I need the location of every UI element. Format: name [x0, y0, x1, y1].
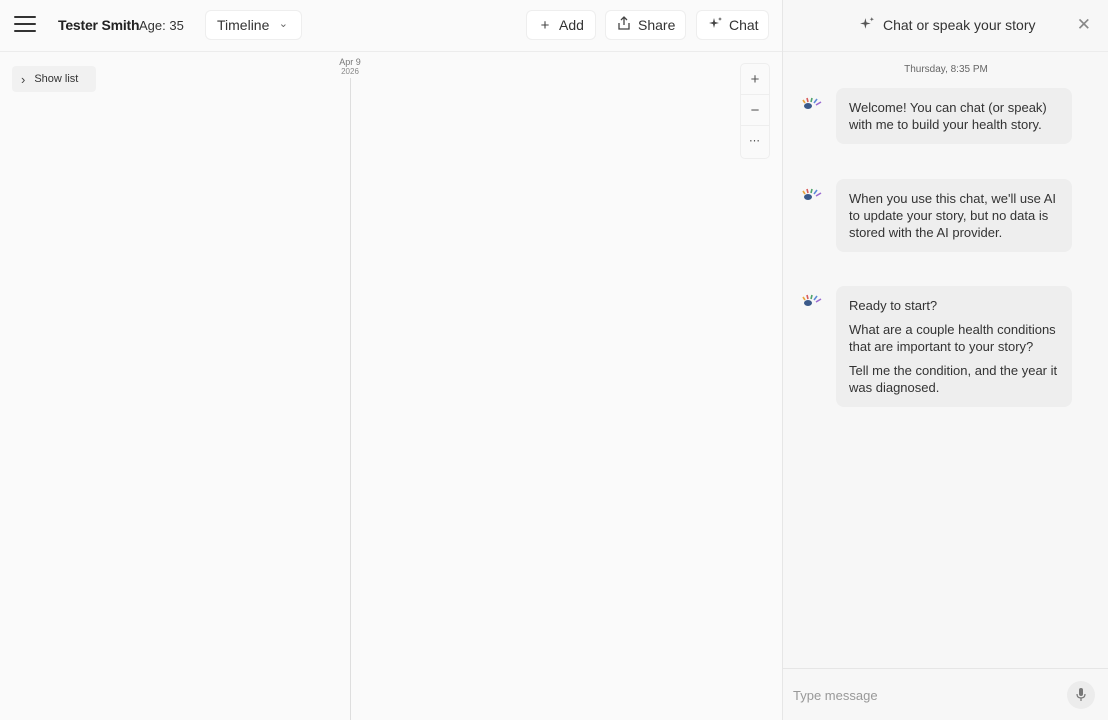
- zoom-in-button[interactable]: +: [741, 64, 769, 95]
- patient-age: Age: 35: [139, 18, 184, 33]
- chat-header: Chat or speak your story ✕: [783, 0, 1108, 52]
- show-list-label: Show list: [34, 73, 79, 85]
- chat-title: Chat or speak your story: [883, 17, 1036, 33]
- sparkle-icon: [708, 16, 722, 35]
- share-button-label: Share: [638, 17, 676, 33]
- show-list-button[interactable]: › Show list: [12, 66, 96, 92]
- message-text: When you use this chat, we'll use AI to …: [849, 191, 1056, 240]
- microphone-icon[interactable]: [1067, 681, 1095, 709]
- eye-logo-icon: [799, 185, 825, 205]
- close-icon[interactable]: ✕: [1077, 15, 1091, 35]
- eye-logo-icon: [799, 291, 825, 311]
- message-text: Ready to start?: [849, 298, 938, 313]
- add-button-label: Add: [559, 17, 584, 33]
- chat-panel: Chat or speak your story ✕ Thursday, 8:3…: [782, 0, 1108, 720]
- message-input[interactable]: [793, 683, 1053, 707]
- share-icon: [617, 15, 631, 35]
- message-text: Tell me the condition, and the year it w…: [849, 363, 1058, 395]
- chat-message: Welcome! You can chat (or speak) with me…: [836, 88, 1072, 144]
- chat-button-label: Chat: [729, 17, 759, 33]
- chevron-right-icon: ›: [21, 71, 26, 87]
- date-year: 2026: [341, 67, 359, 76]
- message-text: What are a couple health conditions that…: [849, 322, 1056, 354]
- top-bar: Tester Smith Age: 35 Timeline ⌄ + Add Sh…: [0, 0, 782, 52]
- app-window: Tester Smith Age: 35 Timeline ⌄ + Add Sh…: [0, 0, 1108, 720]
- chat-message: Ready to start? What are a couple health…: [836, 286, 1072, 407]
- message-text: Welcome! You can chat (or speak) with me…: [849, 100, 1047, 132]
- patient-name: Tester Smith: [58, 17, 140, 33]
- timeline-axis-line: [350, 78, 351, 720]
- message-composer: [783, 668, 1108, 720]
- add-button[interactable]: + Add: [527, 11, 595, 39]
- plus-icon: +: [540, 16, 550, 34]
- sparkle-icon: [859, 16, 875, 35]
- zoom-controls: + − ⋯: [741, 64, 769, 158]
- view-select-value: Timeline: [217, 17, 270, 33]
- date-month-day: Apr 9: [339, 57, 361, 67]
- chevron-down-icon: ⌄: [278, 18, 288, 30]
- share-button[interactable]: Share: [606, 11, 685, 39]
- eye-logo-icon: [799, 94, 825, 114]
- more-options-button[interactable]: ⋯: [741, 126, 769, 157]
- chat-message: When you use this chat, we'll use AI to …: [836, 179, 1072, 252]
- chat-button[interactable]: Chat: [697, 11, 768, 39]
- timeline-date-marker: Apr 9 2026: [332, 57, 368, 77]
- chat-timestamp: Thursday, 8:35 PM: [904, 64, 988, 75]
- zoom-out-button[interactable]: −: [741, 95, 769, 126]
- hamburger-menu-icon[interactable]: [14, 16, 36, 34]
- view-select[interactable]: Timeline ⌄: [206, 11, 301, 39]
